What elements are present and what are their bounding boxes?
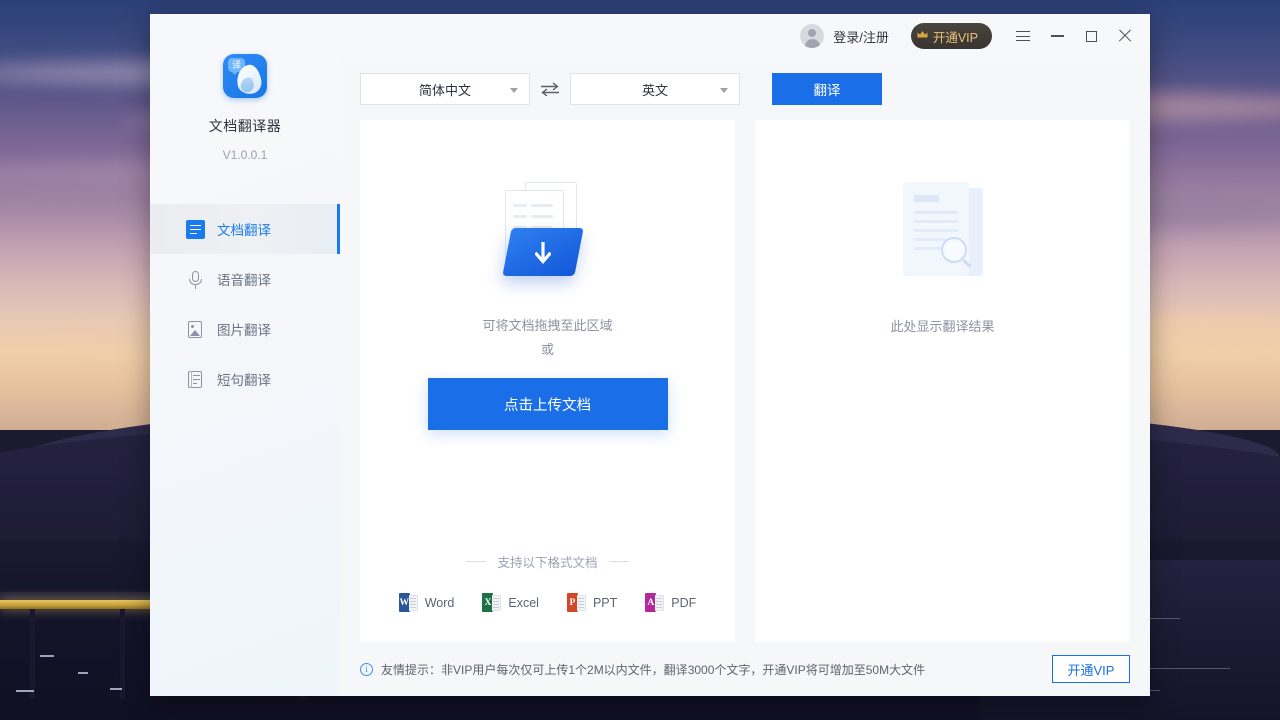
title-bar: 登录/注册 开通VIP	[340, 14, 1150, 58]
format-label: Excel	[508, 596, 539, 610]
footer-bar: i 友情提示：非VIP用户每次仅可上传1个2M以内文件，翻译3000个文字，开通…	[340, 642, 1150, 696]
result-illustration	[895, 182, 991, 286]
divider	[466, 561, 486, 562]
supported-formats: 支持以下格式文档 W Word X	[360, 552, 735, 612]
drop-hint-line1: 可将文档拖拽至此区域	[482, 314, 612, 338]
language-toolbar: 简体中文 英文 翻译	[340, 58, 1150, 120]
result-panel: 此处显示翻译结果	[755, 120, 1130, 642]
wallpaper-city-light	[78, 672, 88, 674]
source-language-value: 简体中文	[419, 80, 471, 99]
formats-title-label: 支持以下格式文档	[497, 552, 597, 571]
crown-icon	[917, 30, 928, 39]
wallpaper-city-light	[40, 655, 54, 657]
sidebar-nav: 文档翻译 语音翻译 图片翻译 短句翻译	[150, 204, 340, 404]
format-label: PDF	[671, 596, 696, 610]
sidebar-item-image-translation[interactable]: 图片翻译	[150, 304, 340, 354]
info-icon: i	[360, 663, 373, 676]
minimize-button[interactable]	[1040, 21, 1074, 51]
maximize-button[interactable]	[1074, 21, 1108, 51]
microphone-icon	[186, 270, 205, 289]
document-heading-bar	[914, 195, 939, 202]
image-icon	[186, 320, 205, 339]
upload-document-button[interactable]: 点击上传文档	[428, 378, 668, 430]
format-label: Word	[425, 596, 455, 610]
swap-arrows-icon	[539, 82, 561, 96]
close-icon	[1118, 29, 1132, 43]
text-lines-icon	[186, 370, 205, 389]
result-placeholder: 此处显示翻译结果	[890, 316, 994, 335]
chevron-down-icon	[510, 88, 518, 93]
wallpaper-pylon	[120, 609, 125, 699]
window-controls	[1006, 21, 1142, 51]
panels-container: 可将文档拖拽至此区域 或 点击上传文档 支持以下格式文档 W	[340, 120, 1150, 642]
app-logo: 译	[150, 14, 340, 98]
wallpaper-city-light	[110, 688, 122, 690]
formats-row: W Word X Excel	[360, 593, 735, 612]
hamburger-menu-button[interactable]	[1006, 21, 1040, 51]
ppt-icon: P	[567, 593, 586, 612]
format-label: PPT	[593, 596, 617, 610]
hamburger-menu-icon	[1016, 31, 1030, 41]
application-window: 译 文档翻译器 V1.0.0.1 文档翻译 语音翻译	[150, 14, 1150, 696]
upload-panel[interactable]: 可将文档拖拽至此区域 或 点击上传文档 支持以下格式文档 W	[360, 120, 735, 642]
target-language-value: 英文	[642, 80, 668, 99]
magnifier-icon	[941, 237, 967, 263]
divider	[609, 561, 629, 562]
page-lines	[409, 595, 418, 611]
wallpaper-water-glint	[1150, 668, 1230, 669]
document-icon	[186, 220, 205, 239]
format-excel: X Excel	[482, 593, 539, 612]
drop-hint-or: 或	[482, 338, 612, 362]
translator-logo-icon: 译	[223, 54, 267, 98]
sidebar-item-label: 语音翻译	[217, 269, 271, 289]
avatar	[800, 24, 824, 48]
sidebar: 译 文档翻译器 V1.0.0.1 文档翻译 语音翻译	[150, 14, 340, 696]
open-vip-label: 开通VIP	[933, 27, 978, 46]
footer-open-vip-button[interactable]: 开通VIP	[1052, 655, 1130, 683]
minimize-icon	[1051, 35, 1064, 36]
page-lines	[492, 595, 501, 611]
login-label: 登录/注册	[833, 27, 889, 46]
page-lines	[655, 595, 664, 611]
app-version: V1.0.0.1	[150, 148, 340, 162]
word-icon: W	[399, 593, 418, 612]
excel-icon: X	[482, 593, 501, 612]
page-lines	[577, 595, 586, 611]
chevron-down-icon	[720, 88, 728, 93]
sidebar-item-label: 文档翻译	[217, 219, 271, 239]
main-area: 登录/注册 开通VIP	[340, 14, 1150, 696]
sidebar-item-label: 图片翻译	[217, 319, 271, 339]
open-vip-button[interactable]: 开通VIP	[911, 23, 992, 49]
maximize-icon	[1086, 31, 1097, 42]
sidebar-item-document-translation[interactable]: 文档翻译	[150, 204, 340, 254]
format-pdf: A PDF	[645, 593, 696, 612]
close-button[interactable]	[1108, 21, 1142, 51]
download-arrow-icon	[535, 242, 551, 266]
target-language-select[interactable]: 英文	[570, 73, 740, 105]
formats-title: 支持以下格式文档	[360, 552, 735, 571]
swap-languages-button[interactable]	[530, 73, 570, 105]
sidebar-item-label: 短句翻译	[217, 369, 271, 389]
pdf-icon: A	[645, 593, 664, 612]
sidebar-item-short-text-translation[interactable]: 短句翻译	[150, 354, 340, 404]
drop-hint: 可将文档拖拽至此区域 或	[482, 314, 612, 362]
wallpaper-city-light	[16, 690, 34, 692]
login-register-button[interactable]: 登录/注册	[800, 24, 889, 48]
sidebar-item-voice-translation[interactable]: 语音翻译	[150, 254, 340, 304]
format-ppt: P PPT	[567, 593, 617, 612]
upload-illustration	[483, 182, 613, 286]
footer-tip: 友情提示：非VIP用户每次仅可上传1个2M以内文件，翻译3000个文字，开通VI…	[381, 661, 925, 678]
source-language-select[interactable]: 简体中文	[360, 73, 530, 105]
app-title: 文档翻译器	[150, 116, 340, 136]
format-word: W Word	[399, 593, 455, 612]
translate-button[interactable]: 翻译	[772, 73, 882, 105]
wallpaper-pylon	[30, 609, 35, 699]
